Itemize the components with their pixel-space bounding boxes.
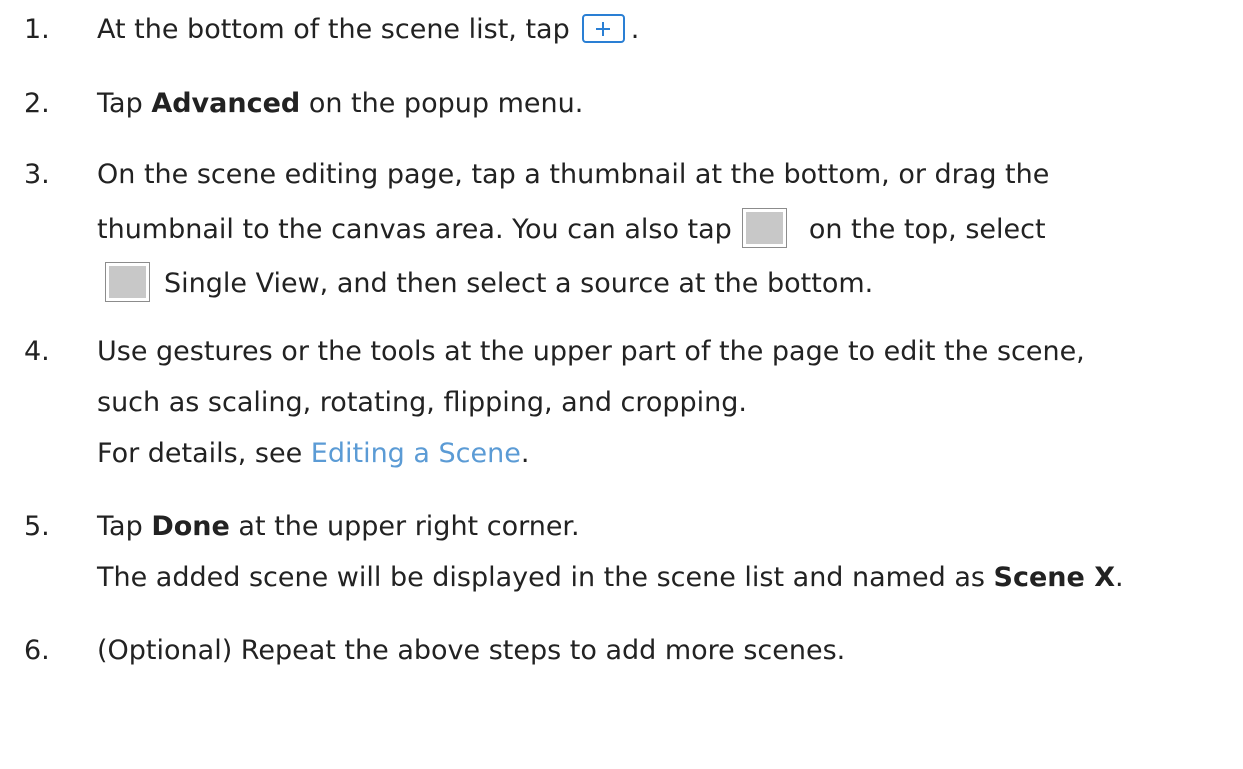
step-4-line-3: For details, see Editing a Scene. xyxy=(97,436,529,472)
step-3-line-2: thumbnail to the canvas area. You can al… xyxy=(97,208,1046,248)
step-2-bold: Advanced xyxy=(151,88,301,119)
step-2-text-before: Tap xyxy=(97,88,143,119)
step-6-number: 6. xyxy=(24,635,50,666)
step-1-text: At the bottom of the scene list, tap. xyxy=(97,12,639,48)
step-2-text-after: on the popup menu. xyxy=(308,88,584,119)
step-5-line-1: Tap Done at the upper right corner. xyxy=(97,509,580,545)
step-5-number: 5. xyxy=(24,511,50,542)
step-1-text-after: . xyxy=(630,14,640,45)
step-1-number: 1. xyxy=(24,14,50,45)
step-5-line-2-before: The added scene will be displayed in the… xyxy=(97,562,985,593)
step-3-line-1: On the scene editing page, tap a thumbna… xyxy=(97,159,1050,190)
step-5-line-2-after: . xyxy=(1115,562,1124,593)
step-4-line-3-after: . xyxy=(520,438,530,469)
editing-a-scene-link[interactable]: Editing a Scene xyxy=(311,438,521,469)
step-1-text-before: At the bottom of the scene list, tap xyxy=(97,14,570,45)
single-view-icon xyxy=(105,262,150,302)
step-5-line-2-bold: Scene X xyxy=(993,562,1116,593)
step-4-line-1: Use gestures or the tools at the upper p… xyxy=(97,336,1085,367)
step-4-line-3-before: For details, see xyxy=(97,438,303,469)
step-3-line-3-after: Single View, and then select a source at… xyxy=(164,268,874,299)
single-view-layout-icon xyxy=(741,208,787,248)
step-3-line-2-after: on the top, select xyxy=(808,214,1046,245)
plus-icon xyxy=(581,14,625,43)
step-6-text: (Optional) Repeat the above steps to add… xyxy=(97,635,846,666)
step-2-number: 2. xyxy=(24,88,50,119)
document-body: 1. At the bottom of the scene list, tap.… xyxy=(0,0,1243,769)
step-3-line-2-before: thumbnail to the canvas area. You can al… xyxy=(97,214,732,245)
step-5-text-before: Tap xyxy=(97,511,143,542)
step-2-text: Tap Advanced on the popup menu. xyxy=(97,86,583,122)
step-5-bold: Done xyxy=(151,511,230,542)
step-5-text-after: at the upper right corner. xyxy=(238,511,580,542)
step-4-line-2: such as scaling, rotating, flipping, and… xyxy=(97,387,748,418)
step-5-line-2: The added scene will be displayed in the… xyxy=(97,560,1124,596)
step-4-number: 4. xyxy=(24,336,50,367)
step-3-number: 3. xyxy=(24,159,50,190)
step-3-line-3: Single View, and then select a source at… xyxy=(97,262,873,302)
